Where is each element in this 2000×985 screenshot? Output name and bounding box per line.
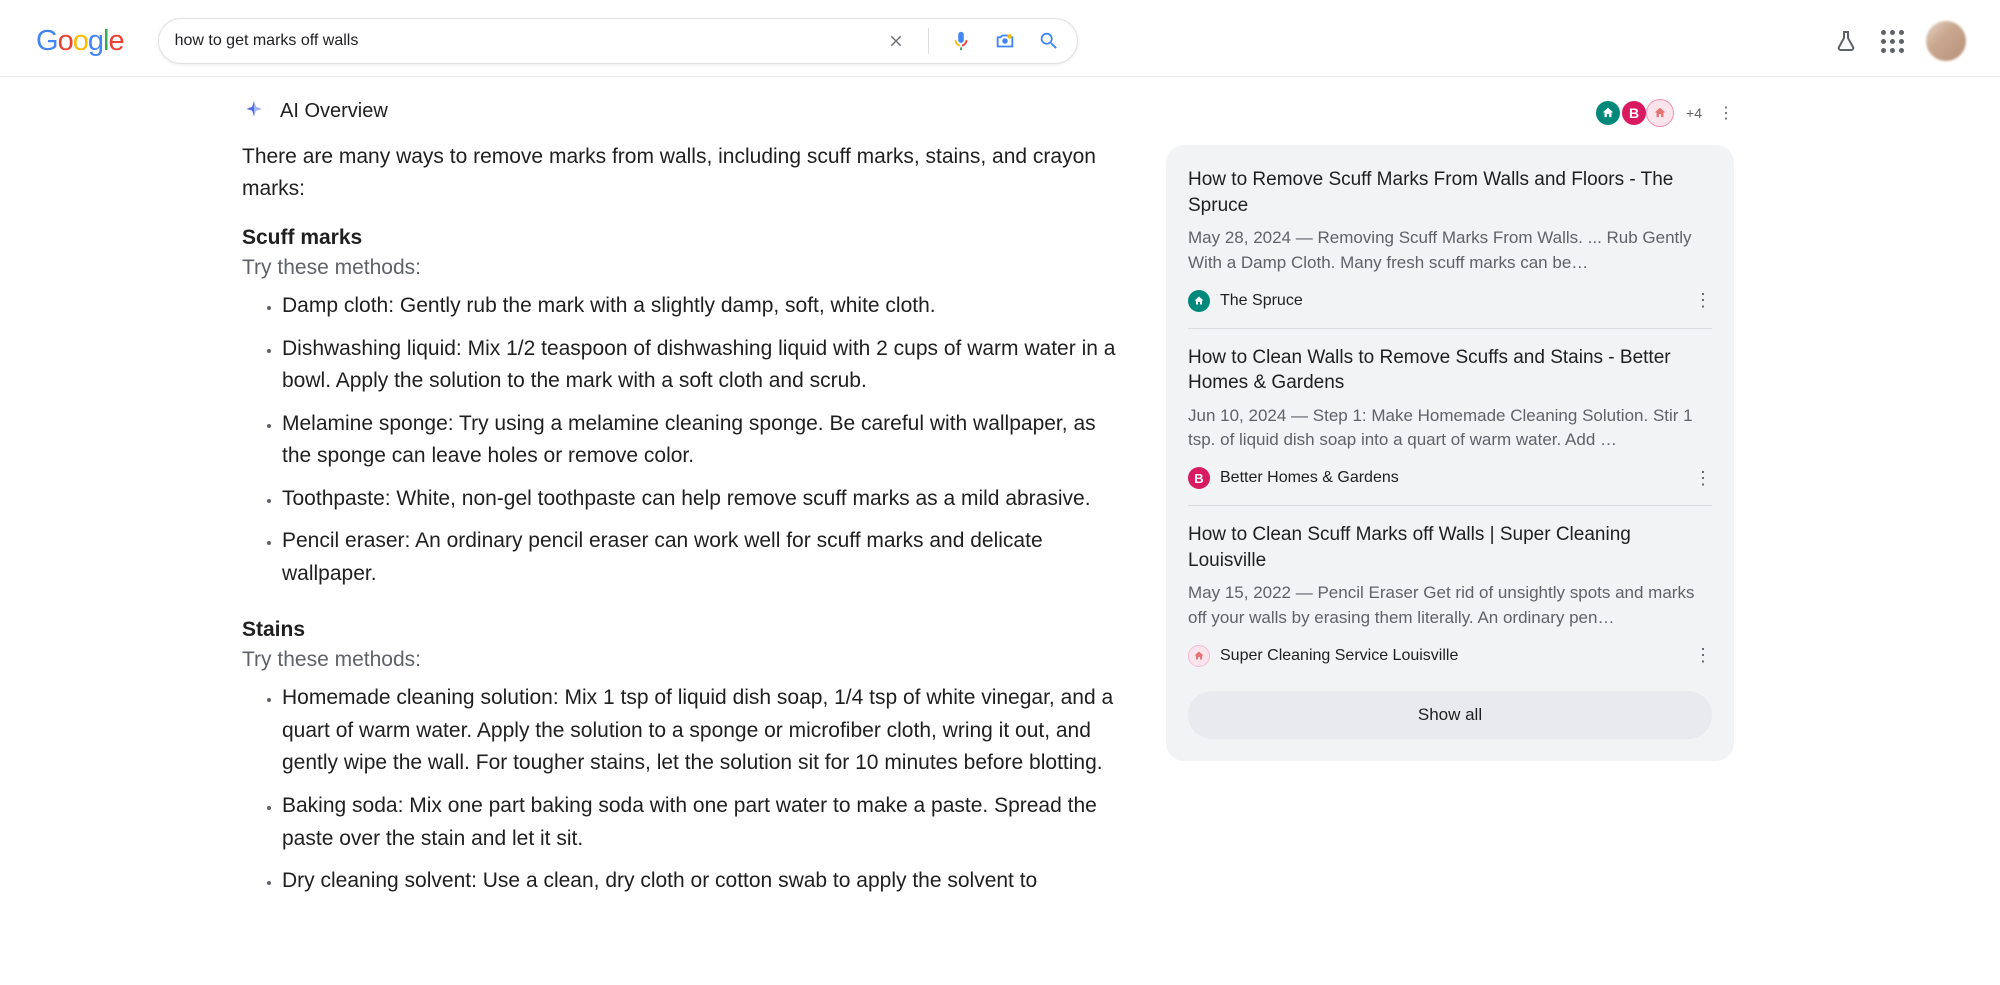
list-item: Homemade cleaning solution: Mix 1 tsp of… (282, 682, 1122, 780)
list-item: Dry cleaning solvent: Use a clean, dry c… (282, 865, 1122, 898)
voice-search-icon[interactable] (949, 29, 973, 53)
source-favicon-badge[interactable] (1594, 99, 1622, 127)
labs-icon[interactable] (1834, 29, 1858, 53)
source-favicon-icon (1188, 645, 1210, 667)
source-title[interactable]: How to Clean Scuff Marks off Walls | Sup… (1188, 522, 1712, 573)
list-item: Damp cloth: Gently rub the mark with a s… (282, 290, 1122, 323)
source-item: How to Clean Scuff Marks off Walls | Sup… (1188, 522, 1712, 683)
bullet-list: Homemade cleaning solution: Mix 1 tsp of… (242, 682, 1122, 897)
source-title[interactable]: How to Clean Walls to Remove Scuffs and … (1188, 345, 1712, 396)
list-item: Baking soda: Mix one part baking soda wi… (282, 790, 1122, 855)
source-title[interactable]: How to Remove Scuff Marks From Walls and… (1188, 167, 1712, 218)
search-input[interactable] (175, 32, 884, 50)
source-favicon-badge[interactable] (1646, 99, 1674, 127)
list-item: Pencil eraser: An ordinary pencil eraser… (282, 525, 1122, 590)
source-snippet: May 15, 2022 — Pencil Eraser Get rid of … (1188, 581, 1712, 630)
sources-card: How to Remove Scuff Marks From Walls and… (1166, 145, 1734, 761)
more-options-icon[interactable]: ⋮ (1718, 103, 1734, 123)
search-bar (158, 18, 1078, 64)
divider (928, 28, 929, 54)
ai-intro-text: There are many ways to remove marks from… (242, 141, 1122, 204)
ai-overview-column: AI Overview There are many ways to remov… (242, 99, 1122, 926)
source-snippet: May 28, 2024 — Removing Scuff Marks From… (1188, 226, 1712, 275)
section-heading: Stains (242, 618, 1122, 642)
list-item: Melamine sponge: Try using a melamine cl… (282, 408, 1122, 473)
show-all-button[interactable]: Show all (1188, 691, 1712, 739)
source-name[interactable]: Better Homes & Gardens (1220, 469, 1684, 487)
source-more-icon[interactable]: ⋮ (1694, 290, 1712, 311)
try-line: Try these methods: (242, 648, 1122, 672)
source-favicon-icon (1188, 290, 1210, 312)
section-heading: Scuff marks (242, 226, 1122, 250)
search-wrap (158, 18, 1078, 64)
clear-icon[interactable] (884, 29, 908, 53)
account-avatar[interactable] (1926, 21, 1966, 61)
header-right (1834, 21, 1980, 61)
main-content: AI Overview There are many ways to remov… (0, 77, 2000, 926)
header-bar: Google (0, 0, 2000, 77)
image-search-icon[interactable] (993, 29, 1017, 53)
list-item: Toothpaste: White, non-gel toothpaste ca… (282, 483, 1122, 516)
more-sources-count[interactable]: +4 (1686, 105, 1702, 121)
bullet-list: Damp cloth: Gently rub the mark with a s… (242, 290, 1122, 590)
apps-icon[interactable] (1880, 29, 1904, 53)
source-item: How to Remove Scuff Marks From Walls and… (1188, 167, 1712, 329)
source-more-icon[interactable]: ⋮ (1694, 468, 1712, 489)
google-logo[interactable]: Google (36, 25, 124, 58)
search-icon[interactable] (1037, 29, 1061, 53)
ai-section-1: Stains Try these methods: Homemade clean… (242, 618, 1122, 897)
source-name[interactable]: Super Cleaning Service Louisville (1220, 647, 1684, 665)
ai-overview-label: AI Overview (280, 100, 388, 123)
source-favicon-icon: B (1188, 467, 1210, 489)
source-item: How to Clean Walls to Remove Scuffs and … (1188, 345, 1712, 507)
try-line: Try these methods: (242, 256, 1122, 280)
source-more-icon[interactable]: ⋮ (1694, 645, 1712, 666)
source-name[interactable]: The Spruce (1220, 292, 1684, 310)
list-item: Dishwashing liquid: Mix 1/2 teaspoon of … (282, 333, 1122, 398)
ai-overview-header: AI Overview (242, 99, 1122, 123)
source-snippet: Jun 10, 2024 — Step 1: Make Homemade Cle… (1188, 404, 1712, 453)
ai-sparkle-icon (242, 99, 266, 123)
ai-section-0: Scuff marks Try these methods: Damp clot… (242, 226, 1122, 590)
source-favicon-badge[interactable]: B (1620, 99, 1648, 127)
sources-column: B +4 ⋮ How to Remove Scuff Marks From Wa… (1166, 99, 1734, 926)
search-icons (884, 28, 1061, 54)
